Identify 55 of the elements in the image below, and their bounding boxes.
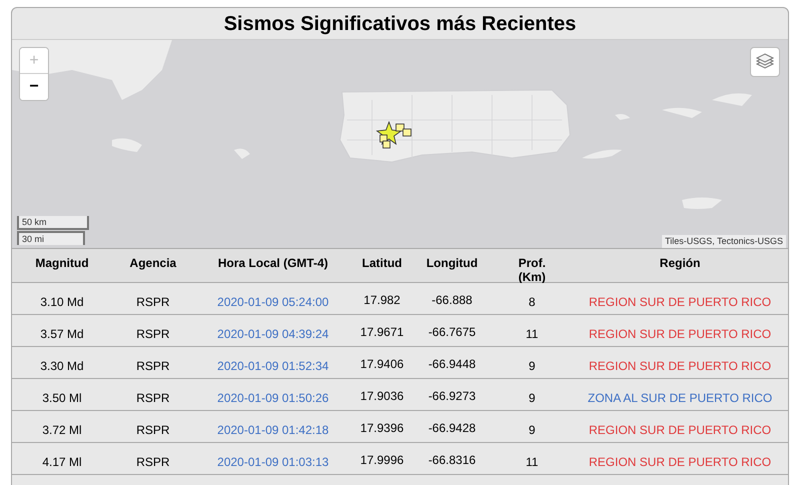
region-cell-text: REGION SUR DE PUERTO RICO <box>588 422 772 439</box>
column-header: Magnitud <box>35 256 89 270</box>
column-header: Prof. (Km) <box>517 256 547 284</box>
map-attribution: Tiles-USGS, Tectonics-USGS <box>662 235 786 248</box>
time-link[interactable]: 2020-01-09 01:50:26 <box>217 389 329 407</box>
depth-cell-text: 9 <box>528 358 536 375</box>
region-cell-text: REGION SUR DE PUERTO RICO <box>588 358 772 375</box>
time-link[interactable]: 2020-01-09 01:03:13 <box>217 453 329 471</box>
scale-bar: 50 km <box>17 216 89 230</box>
time-link[interactable]: 2020-01-09 01:42:18 <box>217 421 329 439</box>
layers-button[interactable] <box>750 47 780 77</box>
longitude-cell-text: -66.8316 <box>428 452 476 469</box>
latitude-cell-text: 17.9036 <box>360 388 404 405</box>
depth-cell-text: 11 <box>526 454 538 471</box>
magnitude-cell-text: 3.72 Ml <box>42 422 82 439</box>
time-link[interactable]: 2020-01-09 04:39:24 <box>217 325 329 343</box>
depth-cell-text: 8 <box>528 294 536 311</box>
agency-cell-text: RSPR <box>136 454 170 471</box>
latitude-cell-text: 17.9996 <box>360 452 404 469</box>
longitude-cell-text: -66.9273 <box>428 388 476 405</box>
time-link[interactable]: 2020-01-09 05:24:00 <box>217 293 329 311</box>
magnitude-cell-text: 3.50 Ml <box>42 390 82 407</box>
agency-cell-text: RSPR <box>136 358 170 375</box>
time-link[interactable]: 2020-01-09 01:52:34 <box>217 357 329 375</box>
latitude-cell-text: 17.982 <box>364 292 400 309</box>
column-header: Hora Local (GMT-4) <box>218 256 328 270</box>
region-cell-text: REGION SUR DE PUERTO RICO <box>588 294 772 311</box>
magnitude-cell-text: 3.10 Md <box>40 294 84 311</box>
longitude-cell-text: -66.9428 <box>428 420 476 437</box>
layers-icon <box>755 53 775 71</box>
latitude-cell-text: 17.9406 <box>360 356 404 373</box>
magnitude-cell-text: 3.57 Md <box>40 326 84 343</box>
scale-bar: 30 mi <box>17 231 85 245</box>
region-cell-text: REGION SUR DE PUERTO RICO <box>588 326 772 343</box>
depth-cell-text: 9 <box>528 422 536 439</box>
longitude-cell-text: -66.7675 <box>428 324 476 341</box>
latitude-cell-text: 17.9671 <box>360 324 404 341</box>
magnitude-cell-text: 4.17 Ml <box>42 454 82 471</box>
region-cell-text: REGION SUR DE PUERTO RICO <box>588 454 772 471</box>
depth-cell-text: 11 <box>526 326 538 343</box>
column-header: Latitud <box>362 256 402 270</box>
column-header: Región <box>660 256 700 270</box>
region-cell-text: ZONA AL SUR DE PUERTO RICO <box>588 390 772 407</box>
depth-cell-text: 9 <box>528 390 536 407</box>
page-title: Sismos Significativos más Recientes <box>224 12 576 36</box>
column-header: Longitud <box>426 256 478 270</box>
latitude-cell-text: 17.9396 <box>360 420 404 437</box>
longitude-cell-text: -66.888 <box>432 292 472 309</box>
magnitude-cell-text: 3.30 Md <box>40 358 84 375</box>
agency-cell-text: RSPR <box>136 294 170 311</box>
agency-cell-text: RSPR <box>136 422 170 439</box>
longitude-cell-text: -66.9448 <box>428 356 476 373</box>
agency-cell-text: RSPR <box>136 326 170 343</box>
agency-cell-text: RSPR <box>136 390 170 407</box>
column-header: Agencia <box>130 256 176 270</box>
